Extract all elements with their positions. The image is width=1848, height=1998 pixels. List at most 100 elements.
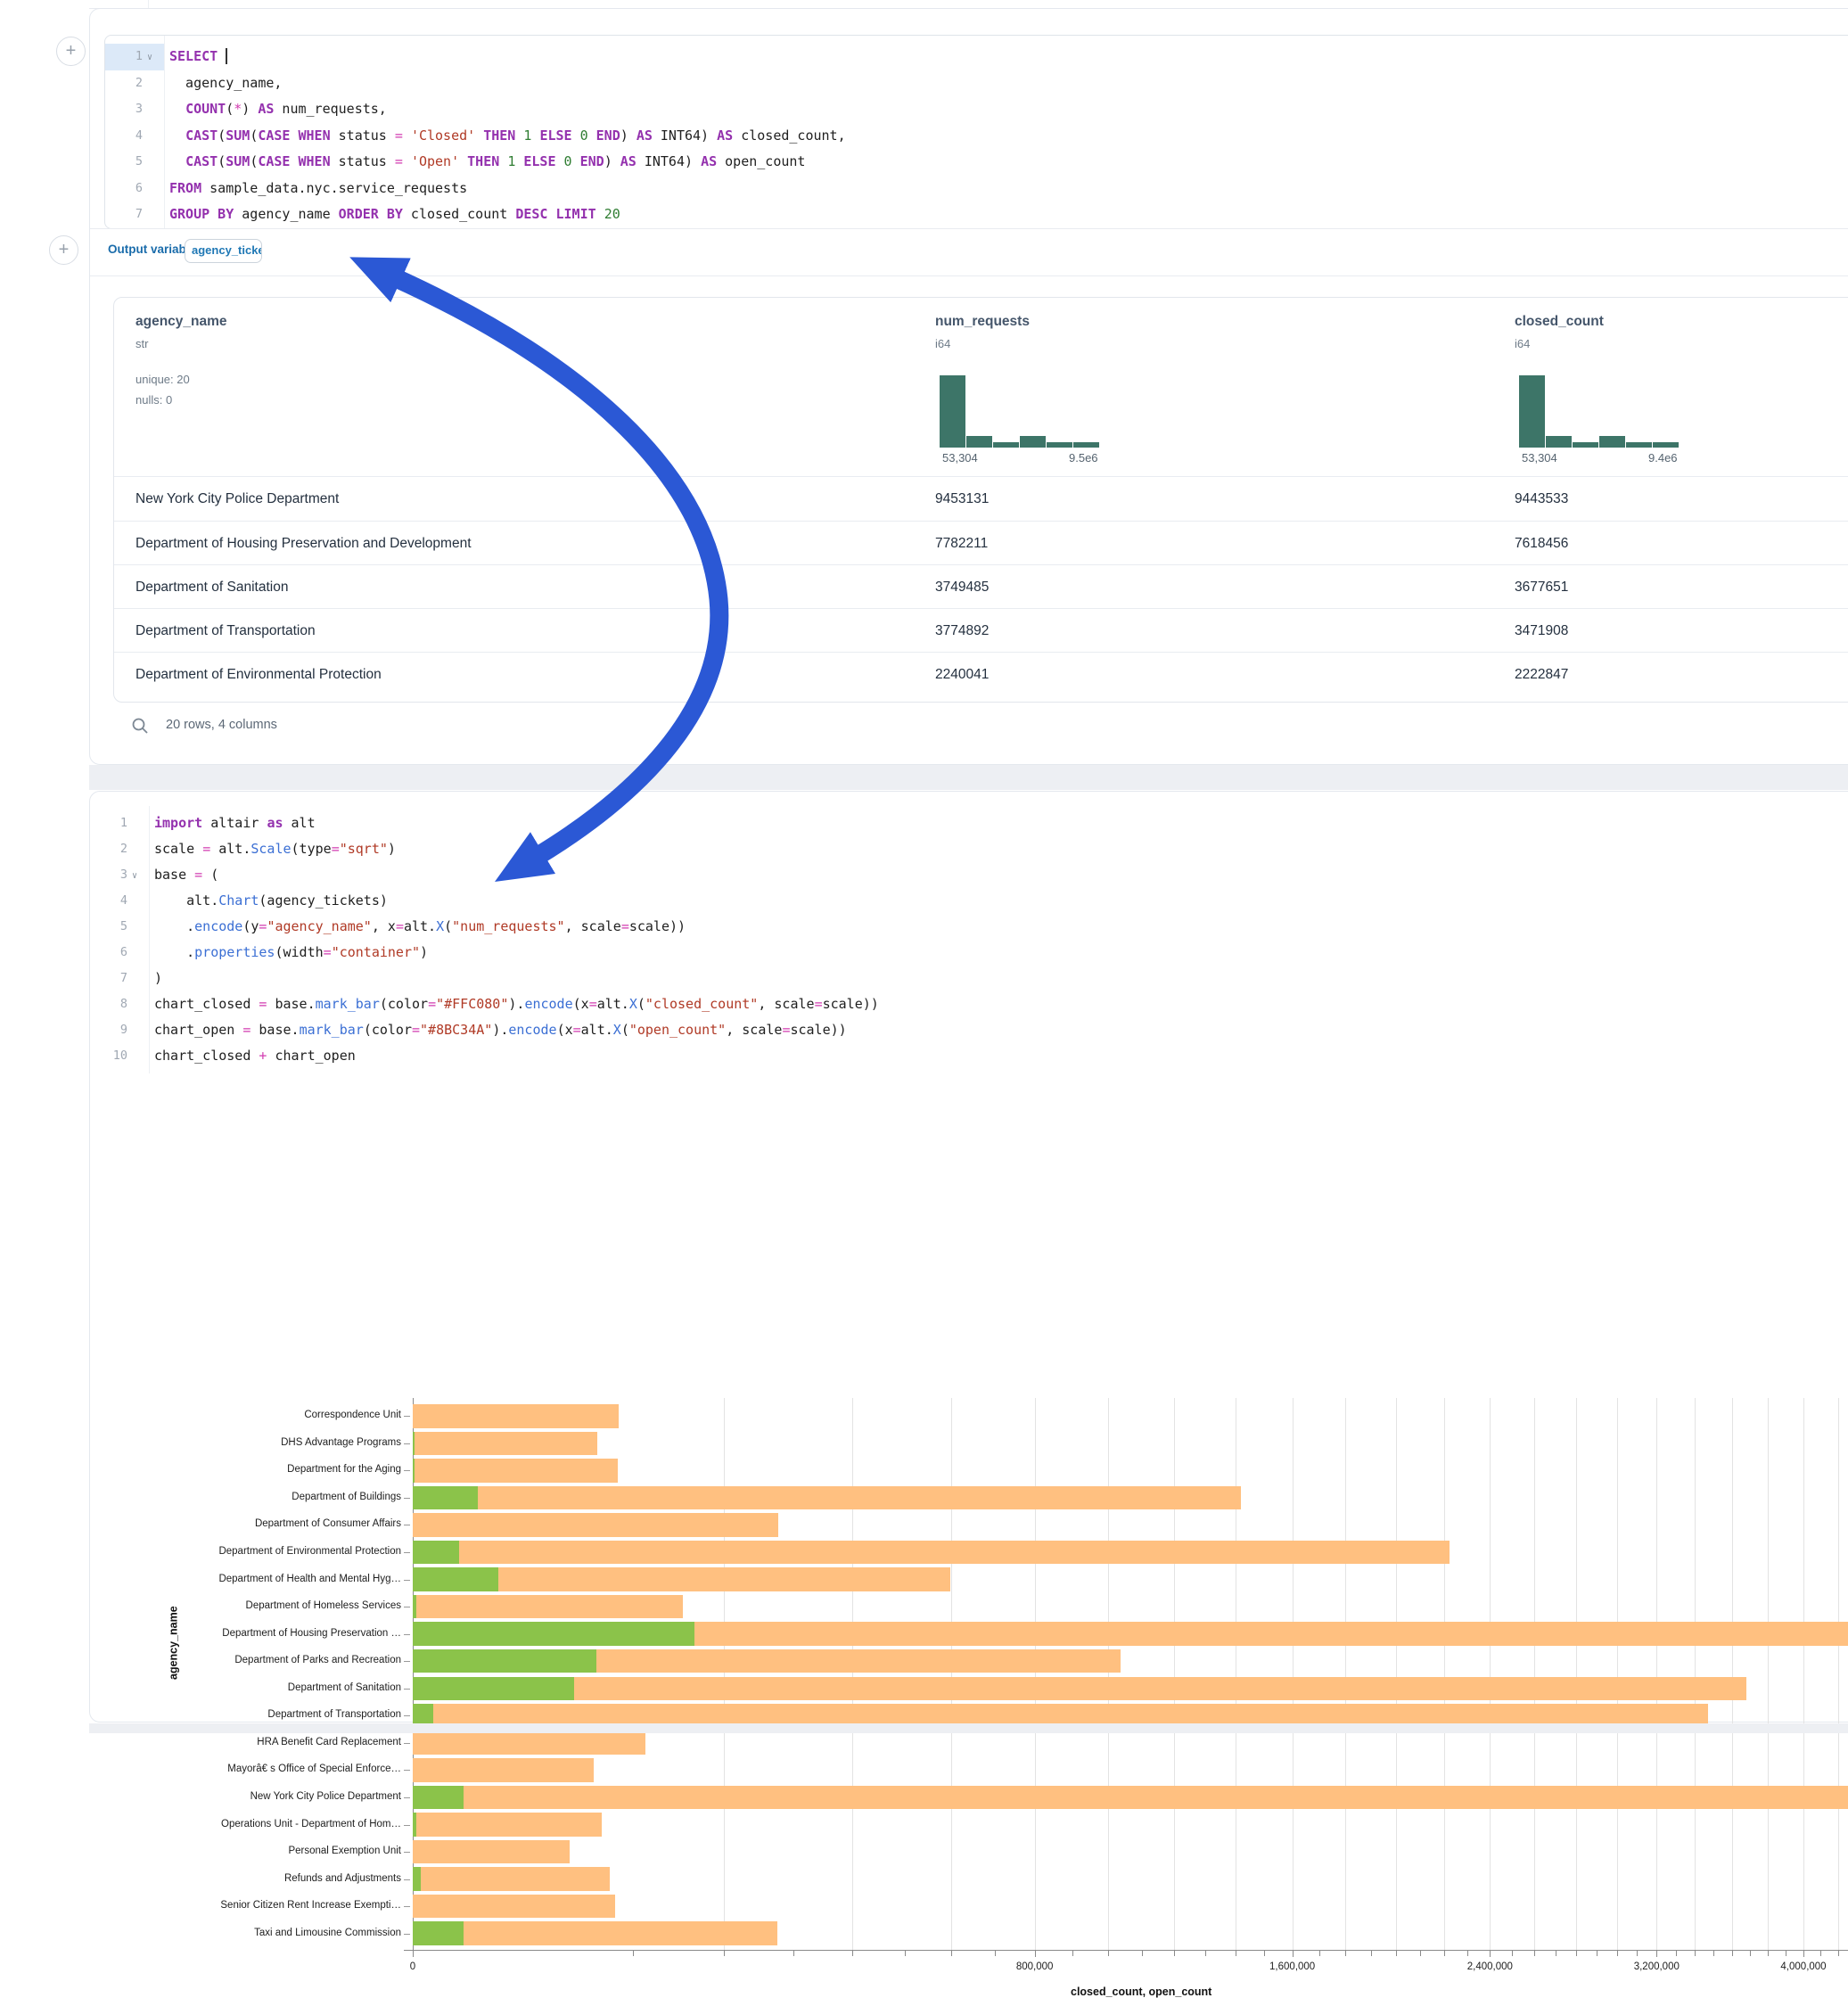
code-line[interactable]: 3∨base = (	[90, 862, 1848, 889]
add-cell-button-output[interactable]: +	[49, 235, 78, 265]
table-cell: 2240041	[935, 653, 989, 696]
code-text: chart_closed + chart_open	[154, 1043, 356, 1070]
add-cell-button-top[interactable]: +	[56, 37, 86, 66]
line-number: 6	[105, 176, 143, 202]
open-count-bar	[413, 1649, 596, 1673]
x-axis-tick	[1656, 1951, 1657, 1957]
y-axis-tick	[404, 1470, 410, 1471]
code-line[interactable]: 4 CAST(SUM(CASE WHEN status = 'Closed' T…	[105, 123, 1848, 150]
output-variable-badge[interactable]: agency_tickets	[185, 239, 262, 263]
x-axis-minor-tick	[1512, 1951, 1513, 1956]
closed-count-bar	[413, 1513, 778, 1537]
line-number: 2	[90, 836, 127, 863]
gridline	[1293, 1398, 1294, 1950]
table-cell: 7618456	[1515, 522, 1568, 565]
code-line[interactable]: 4 alt.Chart(agency_tickets)	[90, 888, 1848, 915]
y-axis-tick	[404, 1661, 410, 1662]
y-axis-tick	[404, 1416, 410, 1417]
code-text: CAST(SUM(CASE WHEN status = 'Open' THEN …	[169, 149, 805, 176]
python-notebook-cell: 1import altair as alt2 scale = alt.Scale(…	[89, 791, 1848, 1723]
x-axis-minor-tick	[1319, 1951, 1320, 1956]
open-count-bar	[413, 1867, 421, 1891]
x-axis-minor-tick	[1732, 1951, 1733, 1956]
code-text: scale = alt.Scale(type="sqrt")	[154, 836, 396, 863]
code-line[interactable]: 1∨SELECT	[105, 44, 1848, 70]
x-axis-minor-tick	[793, 1951, 794, 1956]
code-text: import altair as alt	[154, 810, 316, 837]
code-text: .encode(y="agency_name", x=alt.X("num_re…	[154, 914, 686, 941]
gridline	[1656, 1398, 1657, 1950]
closed-count-bar	[413, 1404, 619, 1428]
line-number: 9	[90, 1017, 127, 1044]
table-cell: 3749485	[935, 565, 989, 609]
code-line[interactable]: 9chart_open = base.mark_bar(color="#8BC3…	[90, 1017, 1848, 1044]
y-axis-label: Refunds and Adjustments	[284, 1873, 401, 1884]
y-axis-label: Department of Transportation	[267, 1709, 401, 1720]
fold-chevron-icon[interactable]: ∨	[132, 863, 137, 890]
gridline	[1803, 1398, 1804, 1950]
y-axis-tick	[404, 1797, 410, 1798]
code-line[interactable]: 2 agency_name,	[105, 70, 1848, 97]
code-line[interactable]: 6 .properties(width="container")	[90, 940, 1848, 966]
y-axis-label: HRA Benefit Card Replacement	[257, 1737, 401, 1747]
x-axis-minor-tick	[724, 1951, 725, 1956]
table-row[interactable]: Department of Environmental Protection22…	[114, 652, 1848, 696]
column-type: i64	[935, 337, 950, 350]
y-axis-label: New York City Police Department	[251, 1791, 401, 1802]
y-axis-tick	[404, 1879, 410, 1880]
histogram-bar	[1573, 442, 1598, 448]
code-line[interactable]: 6FROM sample_data.nyc.service_requests	[105, 176, 1848, 202]
open-count-bar	[413, 1921, 464, 1945]
code-line[interactable]: 7GROUP BY agency_name ORDER BY closed_co…	[105, 201, 1848, 228]
code-line[interactable]: 2 scale = alt.Scale(type="sqrt")	[90, 836, 1848, 863]
fold-chevron-icon[interactable]: ∨	[147, 45, 152, 71]
code-text: CAST(SUM(CASE WHEN status = 'Closed' THE…	[169, 123, 846, 150]
x-axis-tick-label: 0	[410, 1961, 415, 1972]
code-text: chart_closed = base.mark_bar(color="#FFC…	[154, 991, 879, 1018]
x-axis-minor-tick	[1713, 1951, 1714, 1956]
closed-count-bar	[413, 1921, 777, 1945]
open-count-bar	[413, 1622, 694, 1646]
closed-count-bar	[413, 1677, 1746, 1701]
y-axis-tick	[404, 1906, 410, 1907]
search-icon[interactable]	[131, 717, 149, 735]
y-axis-tick	[404, 1689, 410, 1690]
code-line[interactable]: 7)	[90, 966, 1848, 992]
histogram-bar	[1073, 442, 1099, 448]
x-axis-tick-label: 3,200,000	[1634, 1961, 1680, 1972]
gridline	[1345, 1398, 1346, 1950]
closed-count-bar	[413, 1758, 594, 1782]
code-line[interactable]: 5 .encode(y="agency_name", x=alt.X("num_…	[90, 914, 1848, 941]
table-row[interactable]: Department of Transportation377489234719…	[114, 608, 1848, 653]
table-cell: Department of Sanitation	[136, 565, 288, 609]
table-row[interactable]: Department of Sanitation37494853677651	[114, 564, 1848, 609]
x-axis-minor-tick	[1420, 1951, 1421, 1956]
code-line[interactable]: 5 CAST(SUM(CASE WHEN status = 'Open' THE…	[105, 149, 1848, 176]
gridline	[852, 1398, 853, 1950]
code-line[interactable]: 10chart_closed + chart_open	[90, 1043, 1848, 1070]
code-line[interactable]: 8chart_closed = base.mark_bar(color="#FF…	[90, 991, 1848, 1018]
x-axis-minor-tick	[1205, 1951, 1206, 1956]
code-text: COUNT(*) AS num_requests,	[169, 96, 387, 123]
x-axis-minor-tick	[1396, 1951, 1397, 1956]
column-name: num_requests	[935, 314, 1030, 330]
table-row[interactable]: Department of Housing Preservation and D…	[114, 521, 1848, 565]
gridline	[1108, 1398, 1109, 1950]
x-axis-title: closed_count, open_count	[1071, 1986, 1211, 1998]
code-text: GROUP BY agency_name ORDER BY closed_cou…	[169, 201, 620, 228]
histogram-bar	[966, 436, 992, 448]
table-cell: 9453131	[935, 477, 989, 521]
code-line[interactable]: 3 COUNT(*) AS num_requests,	[105, 96, 1848, 123]
code-text: agency_name,	[169, 70, 282, 97]
x-axis-minor-tick	[1676, 1951, 1677, 1956]
dataframe-footer: 20 rows, 4 columns	[90, 710, 1848, 745]
table-cell: New York City Police Department	[136, 477, 339, 521]
line-number: 6	[90, 940, 127, 966]
table-row[interactable]: New York City Police Department945313194…	[114, 477, 1848, 521]
sql-editor[interactable]: 1∨SELECT 2 agency_name,3 COUNT(*) AS num…	[104, 35, 1848, 229]
gridline	[951, 1398, 952, 1950]
code-line[interactable]: 1import altair as alt	[90, 810, 1848, 837]
code-text: base = (	[154, 862, 218, 889]
x-axis-tick	[413, 1951, 414, 1957]
code-text: alt.Chart(agency_tickets)	[154, 888, 388, 915]
